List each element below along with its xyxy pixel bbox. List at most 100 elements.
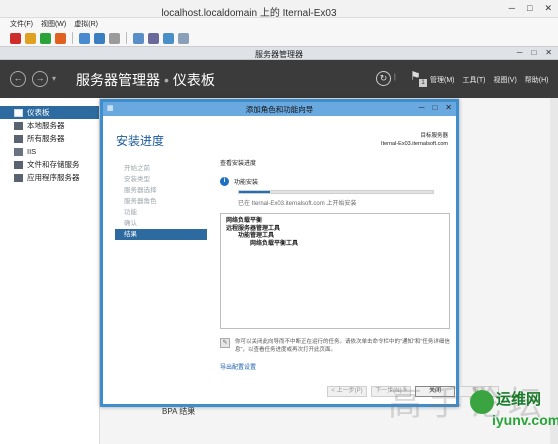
wizard-maximize-button[interactable]: □ [432, 103, 437, 112]
note-text: 你可以关闭此向导而不中断正在运行的任务。请依次单击命令栏中的"通知"和"任务详细… [235, 339, 450, 353]
wizard-heading: 安装进度 [116, 134, 165, 148]
target-server-label: 目标服务器 [420, 133, 448, 139]
pause-icon[interactable] [25, 32, 36, 44]
vm-window-title: localhost.localdomain 上的 Iternal-Ex03 [161, 8, 337, 19]
export-config-link[interactable]: 导出配置设置 [220, 362, 256, 371]
servers-icon [14, 134, 23, 143]
server-manager-window-title: 服务器管理器 [255, 50, 303, 59]
ctrl-alt-del-icon[interactable] [178, 32, 189, 44]
sm-minimize-button[interactable]: ─ [517, 48, 523, 57]
dashboard-icon [14, 108, 23, 117]
menu-file[interactable]: 文件(F) [10, 19, 33, 29]
target-server-name: Iternal-Ex03.iternalsoft.com [381, 141, 448, 147]
wizard-close-button[interactable]: ✕ [445, 103, 452, 112]
maximize-button[interactable]: □ [527, 3, 532, 14]
fit-icon[interactable] [133, 32, 144, 44]
menu-manage[interactable]: 管理(M) [430, 75, 455, 85]
sidebar-item-all-servers[interactable]: 所有服务器 [0, 132, 99, 145]
wizard-steps: 开始之前 安装类型 服务器选择 服务器角色 功能 确认 结果 [115, 163, 207, 240]
breadcrumb: 服务器管理器 • 仪表板 [76, 70, 215, 90]
refresh-icon[interactable]: ↻ [376, 71, 391, 86]
step-installation-type: 安装类型 [124, 176, 150, 183]
watermark-url: iyunv.com [492, 412, 558, 428]
usb-icon[interactable] [163, 32, 174, 44]
sidebar-item-app-server[interactable]: 应用程序服务器 [0, 171, 99, 184]
sidebar-item-dashboard[interactable]: 仪表板 [0, 106, 99, 119]
play-icon[interactable] [40, 32, 51, 44]
bpa-results-label: BPA 结果 [162, 407, 196, 416]
menu-view[interactable]: 视图(W) [41, 19, 66, 29]
iis-icon [14, 147, 23, 156]
wizard-minimize-button[interactable]: ─ [419, 103, 425, 112]
notifications-flag-icon[interactable]: ⚑ 1 [410, 69, 427, 87]
result-item: 远程服务器管理工具 [226, 225, 281, 232]
site-watermark: 高手论坛 运维网 iyunv.com [388, 376, 558, 444]
feature-install-label: 功能安装 [234, 180, 259, 186]
progress-fill [239, 191, 271, 193]
menu-help[interactable]: 帮助(H) [525, 75, 549, 85]
revert-icon[interactable] [94, 32, 105, 44]
install-progress-bar [238, 190, 434, 194]
refresh-divider: | [394, 74, 396, 81]
menu-tools[interactable]: 工具(T) [463, 75, 486, 85]
app-server-icon [14, 173, 23, 182]
settings-icon[interactable] [109, 32, 120, 44]
step-results[interactable]: 结果 [115, 229, 207, 240]
sidebar-item-label: 仪表板 [27, 108, 50, 117]
vm-toolbar [0, 30, 558, 47]
add-roles-wizard-dialog: ▦ 添加角色和功能向导 ─ □ ✕ 安装进度 目标服务器 Iternal-Ex0… [100, 99, 499, 407]
vm-menu-bar: 文件(F) 视图(W) 虚拟(R) [0, 18, 558, 30]
close-button[interactable]: ✕ [544, 3, 552, 14]
sidebar-item-label: 文件和存储服务 [27, 160, 80, 169]
sidebar-item-local-server[interactable]: 本地服务器 [0, 119, 99, 132]
reset-icon[interactable] [55, 32, 66, 44]
results-list: 网络负载平衡 远程服务器管理工具 功能管理工具 网络负载平衡工具 [220, 213, 450, 329]
watermark-brand: 运维网 [496, 391, 542, 408]
note-icon: ✎ [220, 338, 230, 348]
watermark-logo-icon [470, 390, 494, 414]
target-server-info: 目标服务器 Iternal-Ex03.iternalsoft.com [381, 132, 448, 148]
info-icon: i [220, 177, 229, 186]
breadcrumb-separator: • [164, 72, 169, 88]
result-item: 网络负载平衡工具 [250, 240, 299, 247]
wizard-content: 查看安装进度 i 功能安装 已在 Iternal-Ex03.iternalsof… [220, 158, 450, 371]
breadcrumb-page: 仪表板 [172, 72, 215, 88]
result-item: 功能管理工具 [238, 233, 275, 239]
view-progress-label: 查看安装进度 [220, 161, 257, 167]
server-manager-header: ← → ▾ 服务器管理器 • 仪表板 ↻ | ⚑ 1 管理(M) 工具(T) 视图(V… [0, 60, 558, 98]
sm-maximize-button[interactable]: □ [531, 48, 536, 57]
toolbar-separator [72, 32, 73, 44]
vm-title-bar: localhost.localdomain 上的 Iternal-Ex03 ─ … [0, 0, 558, 19]
feature-install-row: i 功能安装 [220, 177, 258, 186]
server-manager-title-bar: 服务器管理器 ─ □ ✕ [0, 47, 558, 60]
wizard-title: 添加角色和功能向导 [245, 105, 314, 114]
result-item: 网络负载平衡 [226, 218, 263, 224]
sidebar-item-label: 应用程序服务器 [27, 173, 80, 182]
step-confirmation: 确认 [124, 220, 137, 227]
step-before-you-begin: 开始之前 [124, 165, 150, 172]
menu-view[interactable]: 视图(V) [493, 75, 516, 85]
history-dropdown-icon[interactable]: ▾ [52, 74, 56, 83]
share-icon[interactable] [148, 32, 159, 44]
back-arrow-icon[interactable]: ← [10, 71, 26, 87]
sidebar-item-file-storage[interactable]: 文件和存储服务 [0, 158, 99, 171]
server-icon [14, 121, 23, 130]
sm-close-button[interactable]: ✕ [545, 48, 552, 57]
sidebar-item-label: IIS [27, 147, 37, 156]
close-note: ✎ 你可以关闭此向导而不中断正在运行的任务。请依次单击命令栏中的"通知"和"任务… [220, 338, 450, 354]
menu-virtual[interactable]: 虚拟(R) [74, 19, 98, 29]
install-status-text: 已在 Iternal-Ex03.iternalsoft.com 上开始安装 [238, 201, 357, 207]
step-server-roles: 服务器角色 [124, 198, 157, 205]
wizard-title-bar: ▦ 添加角色和功能向导 ─ □ ✕ [103, 102, 456, 116]
step-server-selection: 服务器选择 [124, 187, 157, 194]
previous-button[interactable]: < 上一步(P) [327, 386, 367, 397]
sidebar: 仪表板 本地服务器 所有服务器 IIS 文件和存储服务 应用程序服务器 [0, 98, 100, 444]
snapshot-icon[interactable] [79, 32, 90, 44]
sidebar-item-iis[interactable]: IIS [0, 145, 99, 158]
breadcrumb-app: 服务器管理器 [76, 72, 160, 88]
forward-arrow-icon[interactable]: → [32, 71, 48, 87]
notification-count-badge: 1 [419, 79, 427, 87]
stop-icon[interactable] [10, 32, 21, 44]
toolbar-separator [126, 32, 127, 44]
minimize-button[interactable]: ─ [509, 3, 515, 14]
